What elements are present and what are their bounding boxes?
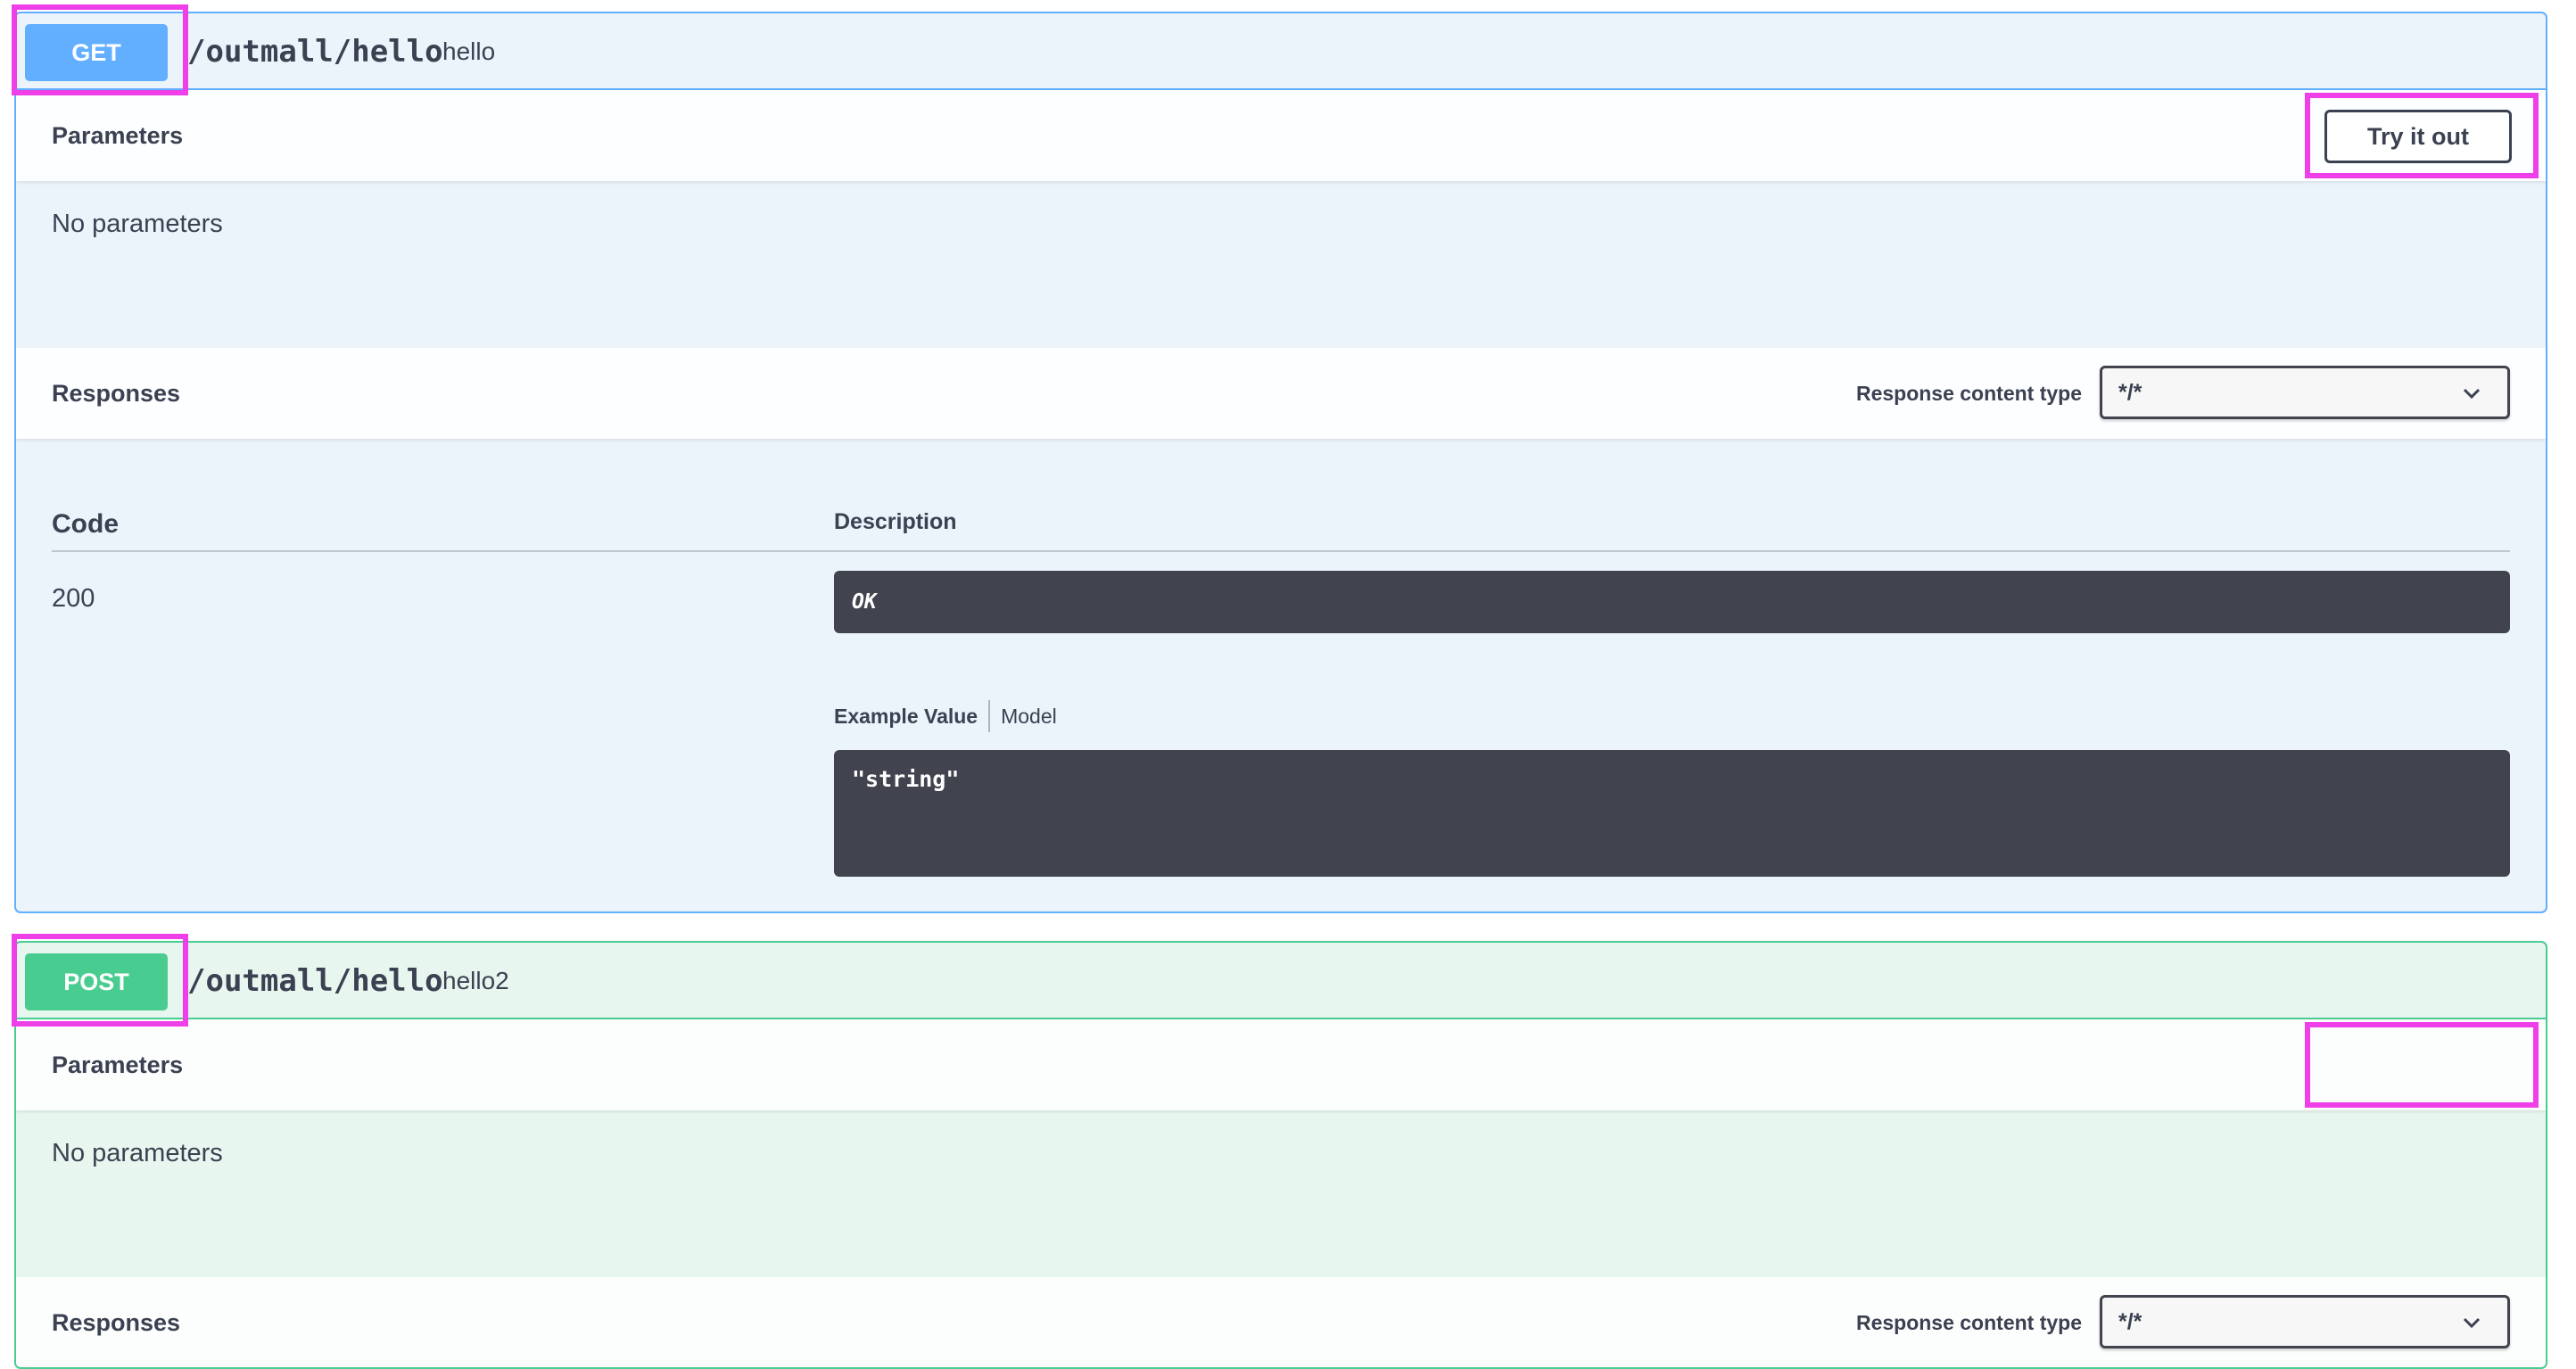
response-code: 200 xyxy=(52,584,95,613)
code-column-header: Code xyxy=(52,509,119,539)
operation-summary[interactable]: GET /outmall/hello hello xyxy=(16,13,2546,90)
no-parameters-text: No parameters xyxy=(52,210,223,238)
parameters-title: Parameters xyxy=(52,1051,184,1078)
table-divider xyxy=(52,550,2510,552)
chevron-down-icon xyxy=(2463,1317,2481,1329)
operation-post-outmall-hello: POST /outmall/hello hello2 Parameters No… xyxy=(14,941,2547,1369)
response-content-type-value: */* xyxy=(2118,1308,2143,1334)
response-content-type-value: */* xyxy=(2118,379,2143,405)
chevron-down-icon xyxy=(2463,388,2481,400)
responses-title: Responses xyxy=(52,379,181,407)
response-description-block: OK xyxy=(834,571,2510,633)
responses-header: Responses Response content type */* xyxy=(16,1277,2546,1367)
operation-description: hello xyxy=(442,37,496,65)
response-description: OK xyxy=(852,590,877,614)
no-parameters-text: No parameters xyxy=(52,1139,223,1167)
parameters-header: Parameters Try it out xyxy=(16,90,2546,181)
description-column-header: Description xyxy=(834,509,957,534)
operation-description: hello2 xyxy=(442,967,509,994)
response-content-type-select[interactable]: */* xyxy=(2100,366,2510,419)
example-tabs: Example Value Model xyxy=(834,698,1057,734)
response-content-type-label: Response content type xyxy=(1855,1310,2082,1334)
try-it-out-button[interactable]: Try it out xyxy=(2324,110,2512,163)
operation-summary[interactable]: POST /outmall/hello hello2 xyxy=(16,943,2546,1019)
example-value-block: "string" xyxy=(834,750,2510,877)
parameters-title: Parameters xyxy=(52,121,184,149)
method-badge-get[interactable]: GET xyxy=(25,24,168,81)
operation-get-outmall-hello: GET /outmall/hello hello Parameters Try … xyxy=(14,12,2547,913)
example-value: "string" xyxy=(852,766,960,792)
tab-example-value[interactable]: Example Value xyxy=(834,705,978,729)
parameters-header: Parameters xyxy=(16,1019,2546,1110)
responses-title: Responses xyxy=(52,1308,181,1336)
responses-header: Responses Response content type */* xyxy=(16,348,2546,439)
tab-separator xyxy=(988,700,991,732)
tab-model[interactable]: Model xyxy=(1001,705,1057,729)
response-content-type-label: Response content type xyxy=(1855,381,2082,405)
operation-path[interactable]: /outmall/hello xyxy=(187,13,443,90)
method-badge-post[interactable]: POST xyxy=(25,953,168,1010)
operation-path[interactable]: /outmall/hello xyxy=(187,943,443,1019)
response-content-type-select[interactable]: */* xyxy=(2100,1295,2510,1348)
